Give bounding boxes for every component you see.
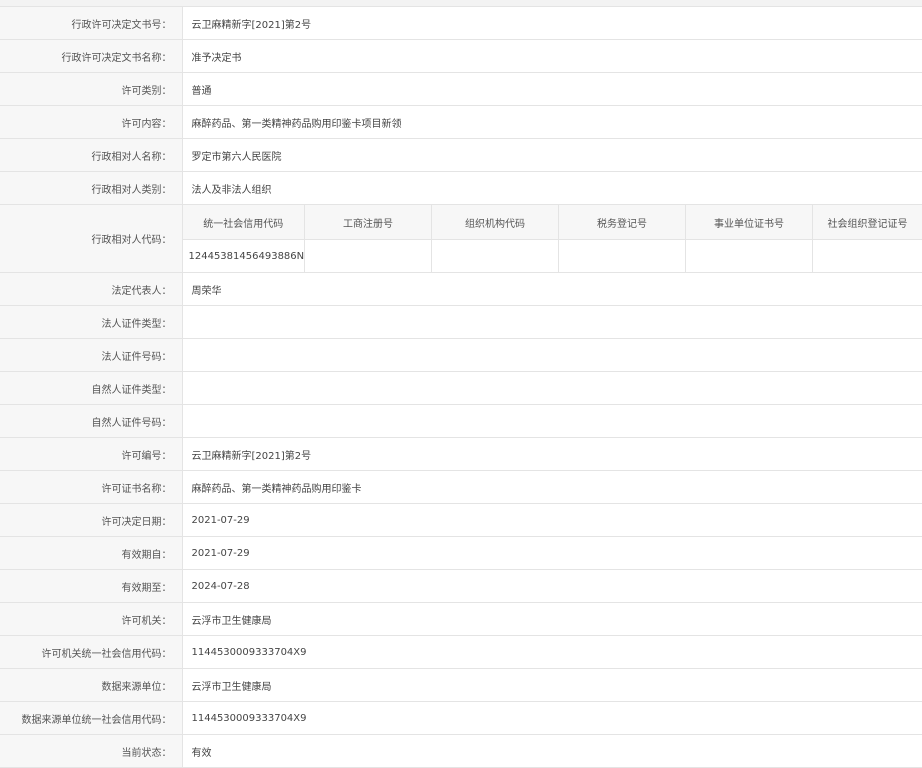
detail-row: 行政许可决定文书号：云卫麻精新字[2021]第2号 <box>0 7 922 40</box>
code-header: 统一社会信用代码 <box>183 205 305 240</box>
field-label: 许可证书名称： <box>0 471 182 504</box>
field-value: 2021-07-29 <box>182 537 922 570</box>
detail-row: 法定代表人：周荣华 <box>0 273 922 306</box>
field-label: 行政许可决定文书号： <box>0 7 182 40</box>
field-label: 有效期自： <box>0 537 182 570</box>
code-cell: 统一社会信用代码 工商注册号 组织机构代码 税务登记号 事业单位证书号 社会组织… <box>182 205 922 273</box>
detail-row: 许可机关：云浮市卫生健康局 <box>0 603 922 636</box>
field-value: 1144530009333704X9 <box>182 702 922 735</box>
code-header: 社会组织登记证号 <box>813 205 922 240</box>
detail-row: 自然人证件类型： <box>0 372 922 405</box>
field-label: 许可编号： <box>0 438 182 471</box>
detail-row: 许可类别：普通 <box>0 73 922 106</box>
code-value: 12445381456493886N <box>183 240 305 273</box>
field-label: 行政相对人名称： <box>0 139 182 172</box>
detail-row: 有效期至：2024-07-28 <box>0 570 922 603</box>
field-value: 罗定市第六人民医院 <box>182 139 922 172</box>
field-value: 法人及非法人组织 <box>182 172 922 205</box>
detail-row: 法人证件号码： <box>0 339 922 372</box>
field-value: 云卫麻精新字[2021]第2号 <box>182 438 922 471</box>
field-value: 有效 <box>182 735 922 768</box>
field-value <box>182 306 922 339</box>
code-value <box>559 240 686 273</box>
field-value: 麻醉药品、第一类精神药品购用印鉴卡项目新领 <box>182 106 922 139</box>
code-header: 工商注册号 <box>305 205 432 240</box>
field-label: 自然人证件类型： <box>0 372 182 405</box>
code-header: 税务登记号 <box>559 205 686 240</box>
field-value: 麻醉药品、第一类精神药品购用印鉴卡 <box>182 471 922 504</box>
detail-row: 数据来源单位：云浮市卫生健康局 <box>0 669 922 702</box>
field-label: 数据来源单位统一社会信用代码： <box>0 702 182 735</box>
code-value <box>432 240 559 273</box>
detail-row: 法人证件类型： <box>0 306 922 339</box>
detail-row: 行政相对人名称：罗定市第六人民医院 <box>0 139 922 172</box>
field-value: 云浮市卫生健康局 <box>182 603 922 636</box>
code-value <box>813 240 922 273</box>
field-value: 普通 <box>182 73 922 106</box>
detail-row: 许可机关统一社会信用代码：1144530009333704X9 <box>0 636 922 669</box>
field-value: 1144530009333704X9 <box>182 636 922 669</box>
field-label: 许可决定日期： <box>0 504 182 537</box>
top-strip <box>0 0 922 7</box>
field-label: 行政许可决定文书名称： <box>0 40 182 73</box>
field-label: 有效期至： <box>0 570 182 603</box>
field-label: 法人证件类型： <box>0 306 182 339</box>
field-label: 许可类别： <box>0 73 182 106</box>
field-value: 准予决定书 <box>182 40 922 73</box>
detail-row: 数据来源单位统一社会信用代码：1144530009333704X9 <box>0 702 922 735</box>
code-header: 组织机构代码 <box>432 205 559 240</box>
field-value: 云浮市卫生健康局 <box>182 669 922 702</box>
field-value: 2021-07-29 <box>182 504 922 537</box>
field-value <box>182 372 922 405</box>
field-value <box>182 405 922 438</box>
field-label: 许可机关： <box>0 603 182 636</box>
detail-row: 有效期自：2021-07-29 <box>0 537 922 570</box>
detail-row: 许可内容：麻醉药品、第一类精神药品购用印鉴卡项目新领 <box>0 106 922 139</box>
field-label: 自然人证件号码： <box>0 405 182 438</box>
field-label: 数据来源单位： <box>0 669 182 702</box>
field-value: 周荣华 <box>182 273 922 306</box>
detail-row: 当前状态：有效 <box>0 735 922 768</box>
field-label: 许可机关统一社会信用代码： <box>0 636 182 669</box>
detail-row: 行政许可决定文书名称：准予决定书 <box>0 40 922 73</box>
code-header: 事业单位证书号 <box>686 205 813 240</box>
field-label: 行政相对人代码： <box>0 205 182 273</box>
detail-row: 许可编号：云卫麻精新字[2021]第2号 <box>0 438 922 471</box>
code-value <box>686 240 813 273</box>
detail-row: 行政相对人类别：法人及非法人组织 <box>0 172 922 205</box>
code-row: 行政相对人代码： 统一社会信用代码 工商注册号 组织机构代码 税务登记号 事业单… <box>0 205 922 273</box>
license-detail-table: 行政许可决定文书号：云卫麻精新字[2021]第2号 行政许可决定文书名称：准予决… <box>0 7 922 768</box>
field-label: 当前状态： <box>0 735 182 768</box>
field-value: 2024-07-28 <box>182 570 922 603</box>
field-value <box>182 339 922 372</box>
field-label: 行政相对人类别： <box>0 172 182 205</box>
detail-row: 许可证书名称：麻醉药品、第一类精神药品购用印鉴卡 <box>0 471 922 504</box>
code-value <box>305 240 432 273</box>
field-label: 许可内容： <box>0 106 182 139</box>
field-label: 法定代表人： <box>0 273 182 306</box>
field-label: 法人证件号码： <box>0 339 182 372</box>
field-value: 云卫麻精新字[2021]第2号 <box>182 7 922 40</box>
detail-row: 许可决定日期：2021-07-29 <box>0 504 922 537</box>
code-subtable: 统一社会信用代码 工商注册号 组织机构代码 税务登记号 事业单位证书号 社会组织… <box>183 205 922 272</box>
detail-row: 自然人证件号码： <box>0 405 922 438</box>
